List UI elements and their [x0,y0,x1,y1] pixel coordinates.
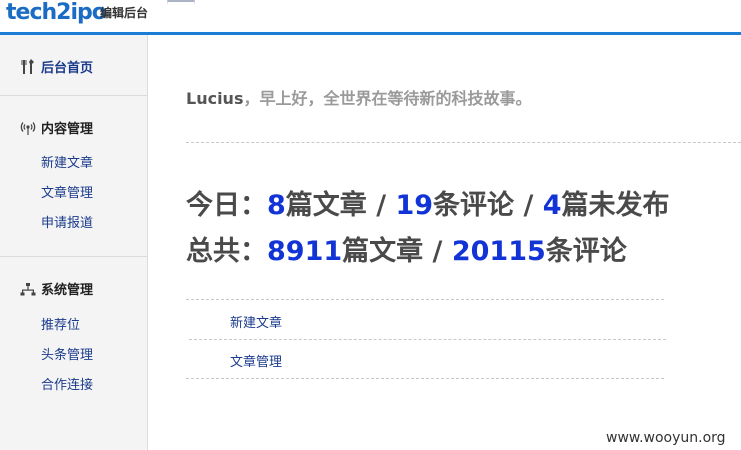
today-comments-count: 19 [395,190,434,221]
sidebar: 后台首页 内容管理 新建文章 文章管理 申请报道 系统管理 推荐位 头条管理 合… [0,35,148,450]
user-name: Lucius [186,89,244,108]
divider [186,142,741,143]
tools-icon [21,59,35,79]
admin-subtitle: 编辑后台 [100,6,149,20]
sidebar-group-label: 内容管理 [41,122,94,137]
sidebar-item-partner-links[interactable]: 合作连接 [41,374,93,393]
today-unpublished-unit: 篇未发布 [561,190,670,221]
watermark: www.wooyun.org [606,430,726,446]
sidebar-item-article-manage[interactable]: 文章管理 [41,182,93,201]
sidebar-item-home[interactable]: 后台首页 [0,35,147,96]
sidebar-divider [0,256,147,257]
total-comments-unit: 条评论 [545,236,627,267]
today-stats: 今日：8篇文章 / 19条评论 / 4篇未发布 [186,183,670,222]
today-comments-unit: 条评论 / [433,190,543,221]
site-logo[interactable]: tech2ipo [6,0,107,26]
total-comments-count: 20115 [451,236,546,267]
broadcast-icon [20,120,36,139]
sidebar-item-report-request[interactable]: 申请报道 [41,212,93,231]
sidebar-item-recommend-slot[interactable]: 推荐位 [41,314,80,333]
greeting-message: ，早上好，全世界在等待新的科技故事。 [243,89,532,108]
total-stats: 总共：8911篇文章 / 20115条评论 [186,229,627,268]
greeting-text: Lucius，早上好，全世界在等待新的科技故事。 [186,85,531,109]
sidebar-item-headline-manage[interactable]: 头条管理 [41,344,93,363]
total-articles-unit: 篇文章 / [342,236,452,267]
quick-link-new-article[interactable]: 新建文章 [230,312,282,331]
total-articles-count: 8911 [267,236,343,267]
sidebar-home-label: 后台首页 [41,61,94,76]
sidebar-group-content: 内容管理 [0,117,147,137]
top-header: tech2ipo 编辑后台 [0,0,741,35]
total-prefix: 总共： [186,236,267,267]
sidebar-group-system: 系统管理 [0,278,147,298]
divider [186,378,664,379]
sidebar-item-new-article[interactable]: 新建文章 [41,152,93,171]
divider [186,299,664,300]
sidebar-group-label: 系统管理 [41,283,94,298]
header-tab-marker [167,0,195,4]
divider [189,339,666,340]
today-prefix: 今日： [186,190,267,221]
today-articles-count: 8 [267,190,286,221]
today-articles-unit: 篇文章 / [285,190,396,221]
quick-link-article-manage[interactable]: 文章管理 [230,351,282,370]
network-icon [20,281,36,300]
today-unpublished-count: 4 [542,190,562,221]
